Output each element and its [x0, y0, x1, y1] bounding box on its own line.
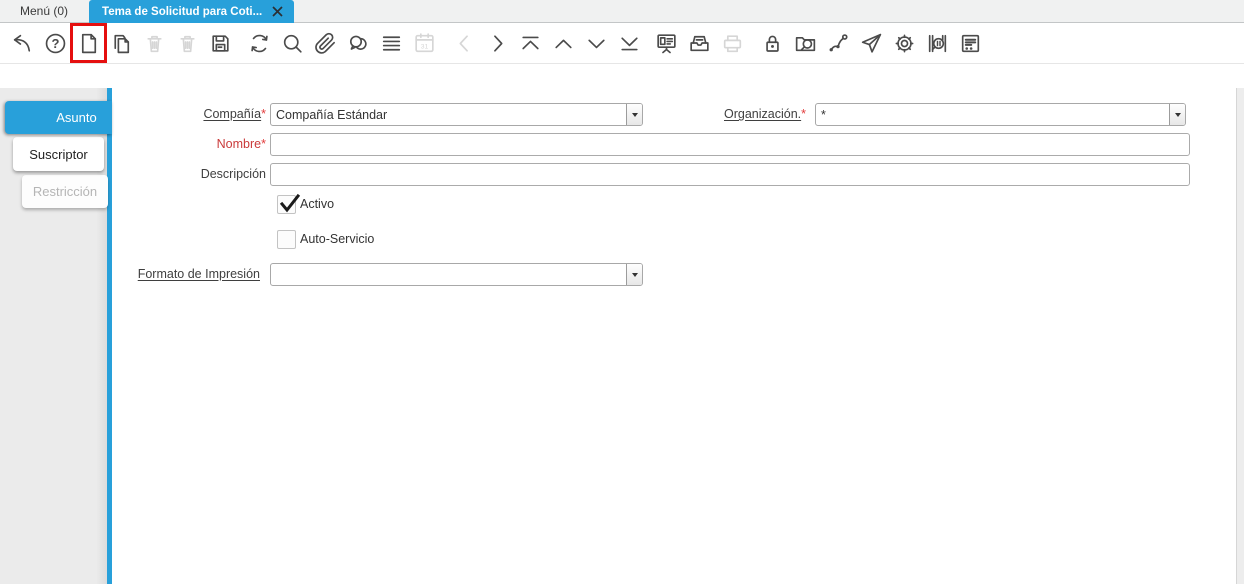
copy-record-icon[interactable]: [105, 25, 138, 61]
tab-active-window[interactable]: Tema de Solicitud para Coti...: [89, 0, 295, 23]
refresh-icon[interactable]: [243, 25, 276, 61]
sidebar-tab-restriccion: Restricción: [22, 175, 108, 208]
sidebar-tab-suscriptor[interactable]: Suscriptor: [13, 137, 104, 171]
parent-record-icon: [448, 25, 481, 61]
product-info-icon[interactable]: [921, 25, 954, 61]
grid-toggle-icon[interactable]: [375, 25, 408, 61]
organizacion-dropdown-button[interactable]: [1169, 104, 1185, 125]
vertical-scrollbar[interactable]: [1236, 88, 1244, 584]
print-icon: [716, 25, 749, 61]
auto-servicio-label: Auto-Servicio: [300, 232, 375, 246]
compania-dropdown-button[interactable]: [626, 104, 642, 125]
archive-icon[interactable]: [683, 25, 716, 61]
lock-icon[interactable]: [756, 25, 789, 61]
share-icon[interactable]: [855, 25, 888, 61]
sidebar-tab-asunto[interactable]: Asunto: [5, 101, 112, 134]
close-icon[interactable]: [271, 5, 284, 18]
next-record-icon[interactable]: [580, 25, 613, 61]
formato-impresion-dropdown-button[interactable]: [626, 264, 642, 285]
organizacion-input[interactable]: [816, 104, 1169, 125]
window-content: Asunto Suscriptor Restricción Compañía* …: [0, 88, 1244, 584]
undo-icon[interactable]: [6, 25, 39, 61]
zoom-across-icon[interactable]: [789, 25, 822, 61]
delete-record-icon: [138, 25, 171, 61]
help-icon[interactable]: ?: [39, 25, 72, 61]
calendar-icon: 31: [408, 25, 441, 61]
activo-checkbox[interactable]: [277, 193, 301, 214]
report-icon[interactable]: [650, 25, 683, 61]
descripcion-input[interactable]: [270, 163, 1190, 186]
last-record-icon[interactable]: [613, 25, 646, 61]
svg-text:31: 31: [421, 43, 429, 50]
previous-record-icon[interactable]: [547, 25, 580, 61]
chat-icon[interactable]: [342, 25, 375, 61]
quick-form-icon[interactable]: [954, 25, 987, 61]
organizacion-combo: [815, 103, 1186, 126]
tab-active-label: Tema de Solicitud para Coti...: [102, 5, 263, 18]
compania-input[interactable]: [271, 104, 626, 125]
window-tab-bar: Menú (0) Tema de Solicitud para Coti...: [0, 0, 1244, 23]
attachment-icon[interactable]: [309, 25, 342, 61]
svg-text:?: ?: [52, 35, 60, 50]
detail-record-icon[interactable]: [481, 25, 514, 61]
formato-impresion-label: Formato de Impresión: [137, 267, 260, 281]
compania-combo: [270, 103, 643, 126]
nombre-input[interactable]: [270, 133, 1190, 156]
find-icon[interactable]: [276, 25, 309, 61]
save-icon[interactable]: [204, 25, 237, 61]
chevron-down-icon: [631, 273, 638, 280]
formato-impresion-input[interactable]: [271, 264, 626, 285]
delete-selection-icon: [171, 25, 204, 61]
toolbar: ? 31: [0, 23, 1244, 64]
chevron-down-icon: [631, 113, 638, 120]
first-record-icon[interactable]: [514, 25, 547, 61]
activo-label: Activo: [300, 197, 335, 211]
new-record-icon[interactable]: [70, 23, 107, 63]
checkmark-icon: [279, 193, 301, 213]
chevron-down-icon: [1174, 113, 1181, 120]
auto-servicio-checkbox[interactable]: [277, 230, 296, 249]
tab-menu[interactable]: Menú (0): [3, 0, 85, 22]
formato-impresion-combo: [270, 263, 643, 286]
workflow-icon[interactable]: [822, 25, 855, 61]
process-icon[interactable]: [888, 25, 921, 61]
organizacion-label: Organización.*: [724, 107, 806, 121]
